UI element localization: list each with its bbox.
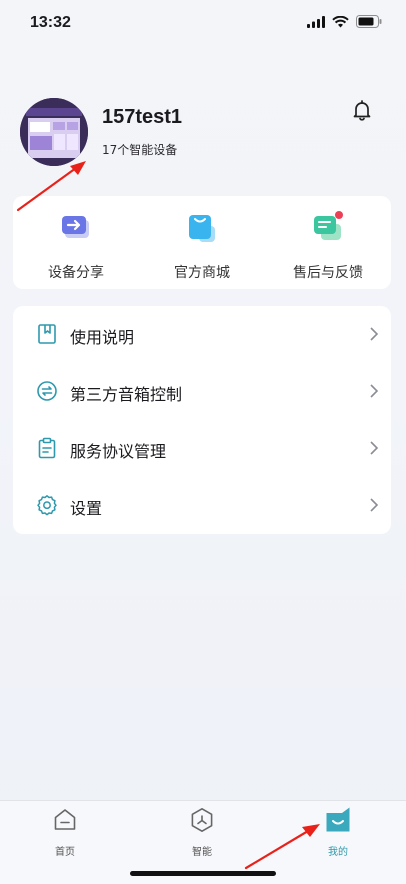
tab-mine[interactable]: 我的 [308, 807, 368, 858]
wifi-icon [332, 15, 349, 27]
menu-item-service-agreement[interactable]: 服务协议管理 [13, 420, 391, 477]
chevron-right-icon [370, 441, 379, 455]
quick-actions-card: 设备分享 官方商城 售后与反馈 [13, 196, 391, 289]
device-count[interactable]: 17个智能设备 [102, 141, 177, 158]
menu-item-third-party-speaker[interactable]: 第三方音箱控制 [13, 363, 391, 420]
chevron-right-icon [370, 327, 379, 341]
quick-action-after-sales[interactable]: 售后与反馈 [265, 210, 391, 282]
gear-icon [37, 495, 57, 516]
tab-label: 智能 [192, 847, 212, 858]
profile-header: 157test1 17个智能设备 [0, 92, 406, 182]
tab-label: 我的 [328, 847, 348, 858]
menu-item-label: 使用说明 [70, 328, 135, 347]
tab-home[interactable]: 首页 [35, 807, 95, 858]
signal-icon [307, 15, 325, 28]
status-icons [307, 15, 382, 28]
avatar[interactable] [20, 98, 88, 166]
tab-label: 首页 [55, 847, 75, 858]
quick-action-label: 设备分享 [48, 265, 104, 281]
username: 157test1 [102, 106, 183, 128]
battery-icon [356, 15, 382, 28]
quick-action-label: 售后与反馈 [293, 265, 363, 281]
menu-item-label: 第三方音箱控制 [70, 385, 183, 404]
feedback-chat-icon [314, 211, 343, 240]
chevron-right-icon [370, 498, 379, 512]
status-time: 13:32 [30, 14, 71, 31]
home-indicator [130, 871, 276, 876]
shopping-bag-icon [189, 215, 215, 242]
quick-action-official-store[interactable]: 官方商城 [139, 210, 265, 282]
menu-item-settings[interactable]: 设置 [13, 477, 391, 534]
manual-book-icon [38, 324, 56, 344]
home-icon [54, 809, 76, 830]
exchange-icon [37, 381, 57, 401]
tab-smart[interactable]: 智能 [172, 807, 232, 858]
quick-action-device-share[interactable]: 设备分享 [13, 210, 139, 282]
smart-hexagon-icon [191, 808, 213, 832]
avatar-image [20, 98, 88, 166]
bell-icon[interactable] [350, 98, 374, 122]
profile-face-icon [326, 807, 350, 832]
menu-item-label: 设置 [70, 499, 103, 518]
menu-list-card: 使用说明 第三方音箱控制 服务协议管理 设置 [13, 306, 391, 534]
menu-item-label: 服务协议管理 [70, 442, 167, 461]
clipboard-icon [38, 437, 56, 459]
share-arrow-icon [62, 216, 89, 238]
chevron-right-icon [370, 384, 379, 398]
quick-action-label: 官方商城 [174, 265, 230, 281]
menu-item-manual[interactable]: 使用说明 [13, 306, 391, 363]
status-bar: 13:32 [0, 0, 406, 48]
